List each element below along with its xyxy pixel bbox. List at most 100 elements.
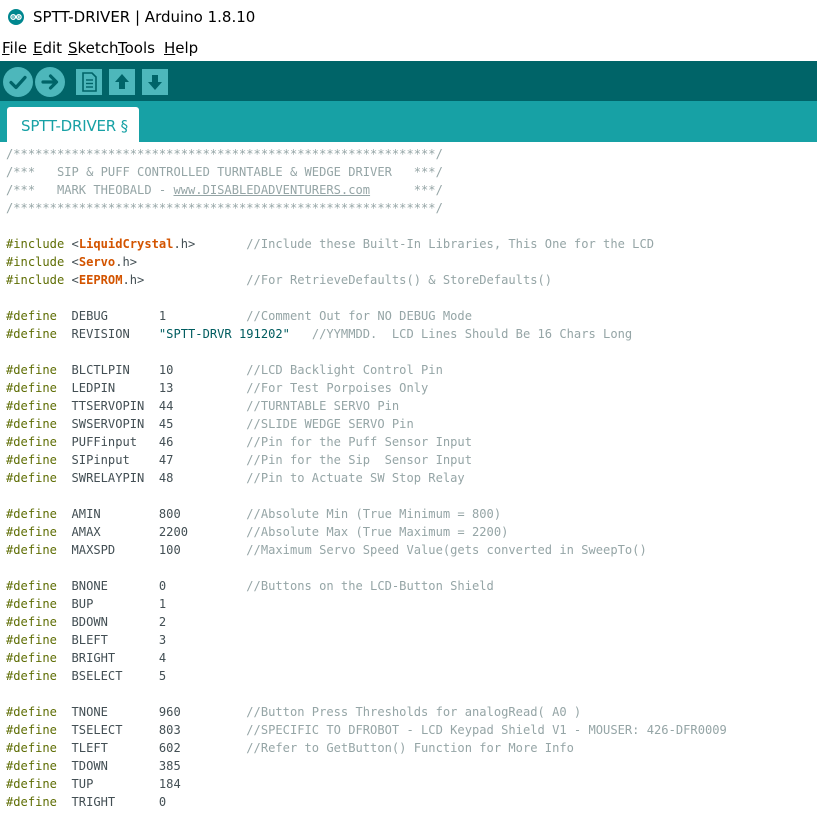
code-token-plain: TNONE 960 xyxy=(56,705,247,719)
code-token-plain: BRIGHT 4 xyxy=(56,651,167,665)
code-line: #define TNONE 960 //Button Press Thresho… xyxy=(6,703,581,721)
code-token-lib: Servo xyxy=(78,255,116,269)
menu-bar: File Edit Sketch Tools Help xyxy=(0,34,817,61)
code-token-comment: //Pin to Actuate SW Stop Relay xyxy=(246,471,465,485)
code-token-comment: //Pin for the Puff Sensor Input xyxy=(246,435,472,449)
code-token-pre: #define xyxy=(6,327,57,341)
verify-button[interactable] xyxy=(3,67,33,97)
code-token-comment: ***/ xyxy=(370,183,443,197)
code-token-lib: LiquidCrystal xyxy=(78,237,174,251)
code-token-comment: /***************************************… xyxy=(6,147,443,161)
code-token-pre: #define xyxy=(6,651,57,665)
menu-tools[interactable]: Tools xyxy=(118,39,155,57)
code-token-comment: //TURNTABLE SERVO Pin xyxy=(246,399,400,413)
code-token-pre: #define xyxy=(6,543,57,557)
code-token-plain: BUP 1 xyxy=(56,597,167,611)
menu-edit[interactable]: Edit xyxy=(33,39,62,57)
code-token-plain: TUP 184 xyxy=(56,777,181,791)
code-token-plain: TTSERVOPIN 44 xyxy=(56,399,247,413)
code-token-pre: #define xyxy=(6,399,57,413)
code-token-pre: #define xyxy=(6,705,57,719)
code-token-plain: < xyxy=(64,237,79,251)
code-token-comment: //YYMMDD. LCD Lines Should Be 16 Chars L… xyxy=(311,327,633,341)
menu-file[interactable]: File xyxy=(2,39,27,57)
code-token-plain: AMIN 800 xyxy=(56,507,247,521)
code-token-comment: //Buttons on the LCD-Button Shield xyxy=(246,579,494,593)
code-line: #define BNONE 0 //Buttons on the LCD-But… xyxy=(6,577,494,595)
code-token-plain: DEBUG 1 xyxy=(56,309,247,323)
code-token-plain: MAXSPD 100 xyxy=(56,543,247,557)
code-line: #define SWRELAYPIN 48 //Pin to Actuate S… xyxy=(6,469,465,487)
code-token-pre: #define xyxy=(6,453,57,467)
code-token-comment: //Refer to GetButton() Function for More… xyxy=(246,741,574,755)
code-token-pre: #define xyxy=(6,579,57,593)
open-button[interactable] xyxy=(109,67,135,97)
code-token-comment: //Button Press Thresholds for analogRead… xyxy=(246,705,582,719)
code-line: #define BUP 1 xyxy=(6,595,166,613)
code-token-link[interactable]: www.DISABLEDADVENTURERS.com xyxy=(173,183,370,197)
code-token-pre: #include xyxy=(6,255,65,269)
code-token-str: "SPTT-DRVR 191202" xyxy=(158,327,290,341)
code-token-pre: #define xyxy=(6,507,57,521)
code-line: #define SIPinput 47 //Pin for the Sip Se… xyxy=(6,451,472,469)
code-token-comment: //SLIDE WEDGE SERVO Pin xyxy=(246,417,414,431)
code-token-comment: //Absolute Min (True Minimum = 800) xyxy=(246,507,502,521)
save-button[interactable] xyxy=(142,67,168,97)
code-token-lib: EEPROM xyxy=(78,273,123,287)
code-token-pre: #define xyxy=(6,759,57,773)
code-line: #define MAXSPD 100 //Maximum Servo Speed… xyxy=(6,541,647,559)
code-token-comment: //For RetrieveDefaults() & StoreDefaults… xyxy=(246,273,553,287)
toolbar xyxy=(0,61,817,101)
code-line: #define AMIN 800 //Absolute Min (True Mi… xyxy=(6,505,501,523)
code-token-plain: PUFFinput 46 xyxy=(56,435,247,449)
code-line: #define TTSERVOPIN 44 //TURNTABLE SERVO … xyxy=(6,397,399,415)
code-token-comment: /***************************************… xyxy=(6,201,443,215)
code-token-plain: TSELECT 803 xyxy=(56,723,247,737)
code-line: #define DEBUG 1 //Comment Out for NO DEB… xyxy=(6,307,472,325)
code-token-pre: #define xyxy=(6,777,57,791)
arduino-logo-icon xyxy=(8,9,24,25)
code-line: #define TDOWN 385 xyxy=(6,757,181,775)
code-token-comment: /*** MARK THEOBALD - xyxy=(6,183,174,197)
code-token-pre: #define xyxy=(6,741,57,755)
code-token-comment: //SPECIFIC TO DFROBOT - LCD Keypad Shiel… xyxy=(246,723,727,737)
code-token-comment: //Maximum Servo Speed Value(gets convert… xyxy=(246,543,647,557)
code-editor[interactable]: /***************************************… xyxy=(0,142,817,821)
code-line: #include <EEPROM.h> //For RetrieveDefaul… xyxy=(6,271,552,289)
code-line: #include <LiquidCrystal.h> //Include the… xyxy=(6,235,654,253)
menu-help[interactable]: Help xyxy=(164,39,198,57)
upload-button[interactable] xyxy=(35,67,65,97)
code-token-plain: SWRELAYPIN 48 xyxy=(56,471,247,485)
code-token-comment: /*** SIP & PUFF CONTROLLED TURNTABLE & W… xyxy=(6,165,443,179)
code-line: #define TLEFT 602 //Refer to GetButton()… xyxy=(6,739,574,757)
code-token-plain: .h> xyxy=(173,237,247,251)
code-token-comment: //Include these Built-In Libraries, This… xyxy=(246,237,655,251)
tab-label: SPTT-DRIVER § xyxy=(21,117,128,135)
code-token-pre: #define xyxy=(6,669,57,683)
code-token-plain: .h> xyxy=(122,273,247,287)
code-line: #define REVISION "SPTT-DRVR 191202" //YY… xyxy=(6,325,632,343)
menu-sketch[interactable]: Sketch xyxy=(68,39,119,57)
tab-sptt-driver[interactable]: SPTT-DRIVER § xyxy=(7,107,139,142)
code-line: #define TSELECT 803 //SPECIFIC TO DFROBO… xyxy=(6,721,727,739)
code-token-pre: #define xyxy=(6,723,57,737)
code-line: #define BLEFT 3 xyxy=(6,631,166,649)
code-token-plain: BDOWN 2 xyxy=(56,615,167,629)
code-line: #define BSELECT 5 xyxy=(6,667,166,685)
code-token-pre: #define xyxy=(6,309,57,323)
code-line: /*** SIP & PUFF CONTROLLED TURNTABLE & W… xyxy=(6,163,443,181)
code-token-pre: #define xyxy=(6,435,57,449)
code-token-plain: LEDPIN 13 xyxy=(56,381,247,395)
code-token-pre: #define xyxy=(6,615,57,629)
code-token-plain: SIPinput 47 xyxy=(56,453,247,467)
code-token-pre: #define xyxy=(6,525,57,539)
code-token-pre: #define xyxy=(6,633,57,647)
code-token-plain: .h> xyxy=(115,255,138,269)
code-token-plain: < xyxy=(64,273,79,287)
code-line: #define SWSERVOPIN 45 //SLIDE WEDGE SERV… xyxy=(6,415,414,433)
code-token-pre: #define xyxy=(6,795,57,809)
code-line: #define AMAX 2200 //Absolute Max (True M… xyxy=(6,523,508,541)
new-button[interactable] xyxy=(76,67,102,97)
code-line: /***************************************… xyxy=(6,145,443,163)
code-line: /***************************************… xyxy=(6,199,443,217)
